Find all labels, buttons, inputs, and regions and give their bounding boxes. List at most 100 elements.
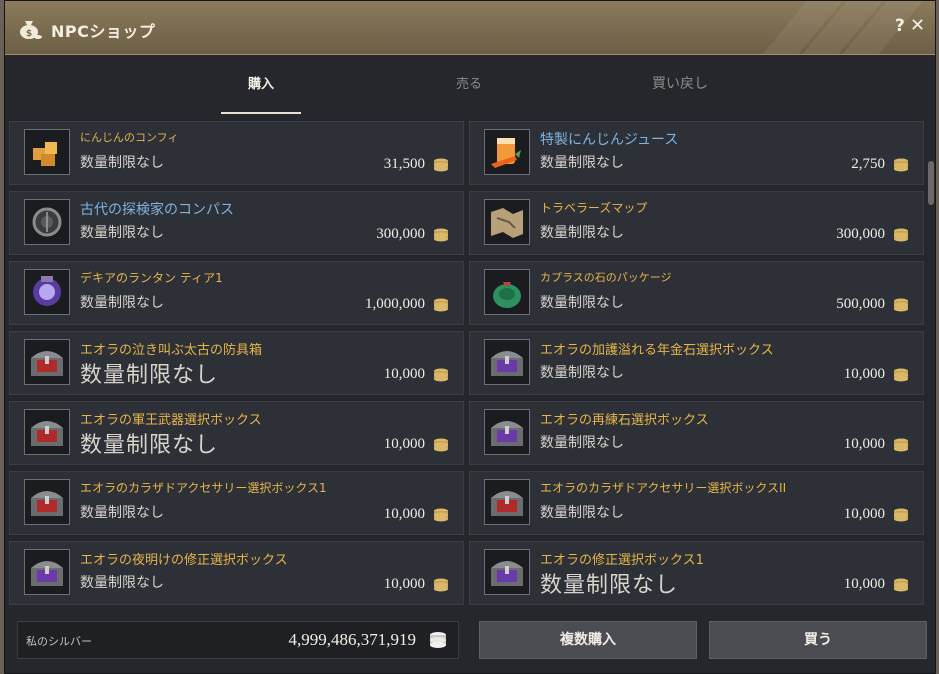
close-button[interactable]: ✕ (910, 15, 925, 36)
item-price: 10,000 (383, 576, 425, 592)
shop-item[interactable]: エオラの泣き叫ぶ太古の防具箱 数量制限なし 10,000 (9, 331, 464, 395)
svg-text:$: $ (26, 29, 32, 39)
item-price: 10,000 (843, 506, 885, 522)
scrollbar-thumb[interactable] (928, 161, 934, 205)
item-price: 10,000 (843, 366, 885, 382)
silver-balance: 私のシルバー 4,999,486,371,919 (17, 621, 459, 659)
silver-coin-icon (894, 508, 908, 522)
item-name: カプラスの石のパッケージ (540, 271, 672, 284)
item-name: 古代の探検家のコンパス (80, 202, 234, 218)
silver-coin-icon (434, 298, 448, 312)
item-price: 31,500 (383, 156, 425, 172)
money-bag-icon: $ (20, 21, 42, 39)
item-limit: 数量制限なし (540, 573, 679, 598)
item-grid: にんじんのコンフィ 数量制限なし 31,500 特製にんじんジュース 数量制限な… (9, 121, 925, 607)
shop-item[interactable]: エオラのカラザドアクセサリー選択ボックスII 数量制限なし 10,000 (469, 471, 924, 535)
item-price: 300,000 (836, 226, 885, 242)
help-button[interactable]: ? (895, 16, 905, 36)
item-limit: 数量制限なし (80, 295, 164, 311)
chest-red-icon (24, 339, 70, 385)
chest-purple-icon (24, 549, 70, 595)
silver-label: 私のシルバー (26, 635, 92, 648)
npc-shop-window: $ NPCショップ ? ✕ 購入 売る 買い戻し にんじんのコンフィ 数量制限な… (4, 0, 936, 674)
shop-item[interactable]: エオラの再練石選択ボックス 数量制限なし 10,000 (469, 401, 924, 465)
chest-purple-icon (484, 549, 530, 595)
shop-item[interactable]: 特製にんじんジュース 数量制限なし 2,750 (469, 121, 924, 185)
item-limit: 数量制限なし (80, 363, 219, 388)
map-icon (484, 199, 530, 245)
carrot-confit-icon (24, 129, 70, 175)
silver-coin-icon (434, 578, 448, 592)
item-name: エオラのカラザドアクセサリー選択ボックスII (540, 481, 787, 495)
shop-item[interactable]: トラベラーズマップ 数量制限なし 300,000 (469, 191, 924, 255)
silver-coin-icon (434, 508, 448, 522)
silver-coin-icon (894, 368, 908, 382)
stone-package-icon (484, 269, 530, 315)
item-limit: 数量制限なし (80, 433, 219, 458)
silver-coin-icon (430, 632, 446, 648)
tab-bar: 購入 売る 買い戻し (5, 57, 935, 115)
compass-icon (24, 199, 70, 245)
item-limit: 数量制限なし (80, 505, 164, 521)
chest-purple-icon (484, 339, 530, 385)
item-price: 10,000 (383, 366, 425, 382)
chest-red-icon (484, 479, 530, 525)
chest-red-icon (24, 409, 70, 455)
item-limit: 数量制限なし (540, 225, 624, 241)
item-name: エオラのカラザドアクセサリー選択ボックス1 (80, 481, 327, 495)
chest-purple-icon (484, 409, 530, 455)
shop-item[interactable]: 古代の探検家のコンパス 数量制限なし 300,000 (9, 191, 464, 255)
item-name: エオラの泣き叫ぶ太古の防具箱 (80, 343, 263, 358)
item-name: デキアのランタン ティア1 (80, 271, 223, 285)
shop-item[interactable]: エオラの修正選択ボックス1 数量制限なし 10,000 (469, 541, 924, 605)
shop-item[interactable]: エオラの加護溢れる年金石選択ボックス 数量制限なし 10,000 (469, 331, 924, 395)
silver-coin-icon (434, 158, 448, 172)
item-price: 500,000 (836, 296, 885, 312)
item-name: エオラの再練石選択ボックス (540, 413, 709, 428)
item-limit: 数量制限なし (80, 575, 164, 591)
tab-buyback[interactable]: 買い戻し (645, 73, 715, 93)
item-price: 2,750 (851, 156, 885, 172)
item-limit: 数量制限なし (80, 225, 164, 241)
item-price: 300,000 (376, 226, 425, 242)
silver-coin-icon (434, 438, 448, 452)
silver-value: 4,999,486,371,919 (288, 630, 417, 649)
item-price: 1,000,000 (365, 296, 425, 312)
titlebar: $ NPCショップ ? ✕ (5, 1, 935, 55)
item-limit: 数量制限なし (540, 155, 624, 171)
silver-coin-icon (894, 228, 908, 242)
tab-buy[interactable]: 購入 (241, 73, 281, 92)
shop-item[interactable]: カプラスの石のパッケージ 数量制限なし 500,000 (469, 261, 924, 325)
buy-button[interactable]: 買う (709, 621, 927, 659)
item-name: トラベラーズマップ (540, 201, 648, 215)
item-name: エオラの軍王武器選択ボックス (80, 413, 262, 428)
window-title: NPCショップ (51, 22, 156, 41)
bulk-buy-button[interactable]: 複数購入 (479, 621, 697, 659)
silver-coin-icon (894, 158, 908, 172)
item-name: エオラの加護溢れる年金石選択ボックス (540, 343, 774, 358)
lantern-icon (24, 269, 70, 315)
shop-item[interactable]: デキアのランタン ティア1 数量制限なし 1,000,000 (9, 261, 464, 325)
tab-sell[interactable]: 売る (449, 73, 489, 92)
item-name: エオラの夜明けの修正選択ボックス (80, 553, 288, 568)
silver-coin-icon (894, 438, 908, 452)
item-name: にんじんのコンフィ (80, 131, 179, 144)
item-price: 10,000 (843, 576, 885, 592)
shop-item[interactable]: エオラのカラザドアクセサリー選択ボックス1 数量制限なし 10,000 (9, 471, 464, 535)
item-name: エオラの修正選択ボックス1 (540, 553, 704, 568)
item-limit: 数量制限なし (540, 365, 624, 381)
shop-item[interactable]: エオラの夜明けの修正選択ボックス 数量制限なし 10,000 (9, 541, 464, 605)
chest-red-icon (24, 479, 70, 525)
shop-item[interactable]: エオラの軍王武器選択ボックス 数量制限なし 10,000 (9, 401, 464, 465)
item-price: 10,000 (383, 436, 425, 452)
item-limit: 数量制限なし (540, 295, 624, 311)
item-name: 特製にんじんジュース (540, 132, 679, 148)
active-tab-indicator (221, 112, 301, 114)
silver-coin-icon (894, 298, 908, 312)
shop-item[interactable]: にんじんのコンフィ 数量制限なし 31,500 (9, 121, 464, 185)
silver-coin-icon (894, 578, 908, 592)
item-price: 10,000 (383, 506, 425, 522)
item-limit: 数量制限なし (80, 155, 164, 171)
silver-coin-icon (434, 368, 448, 382)
item-limit: 数量制限なし (540, 435, 624, 451)
